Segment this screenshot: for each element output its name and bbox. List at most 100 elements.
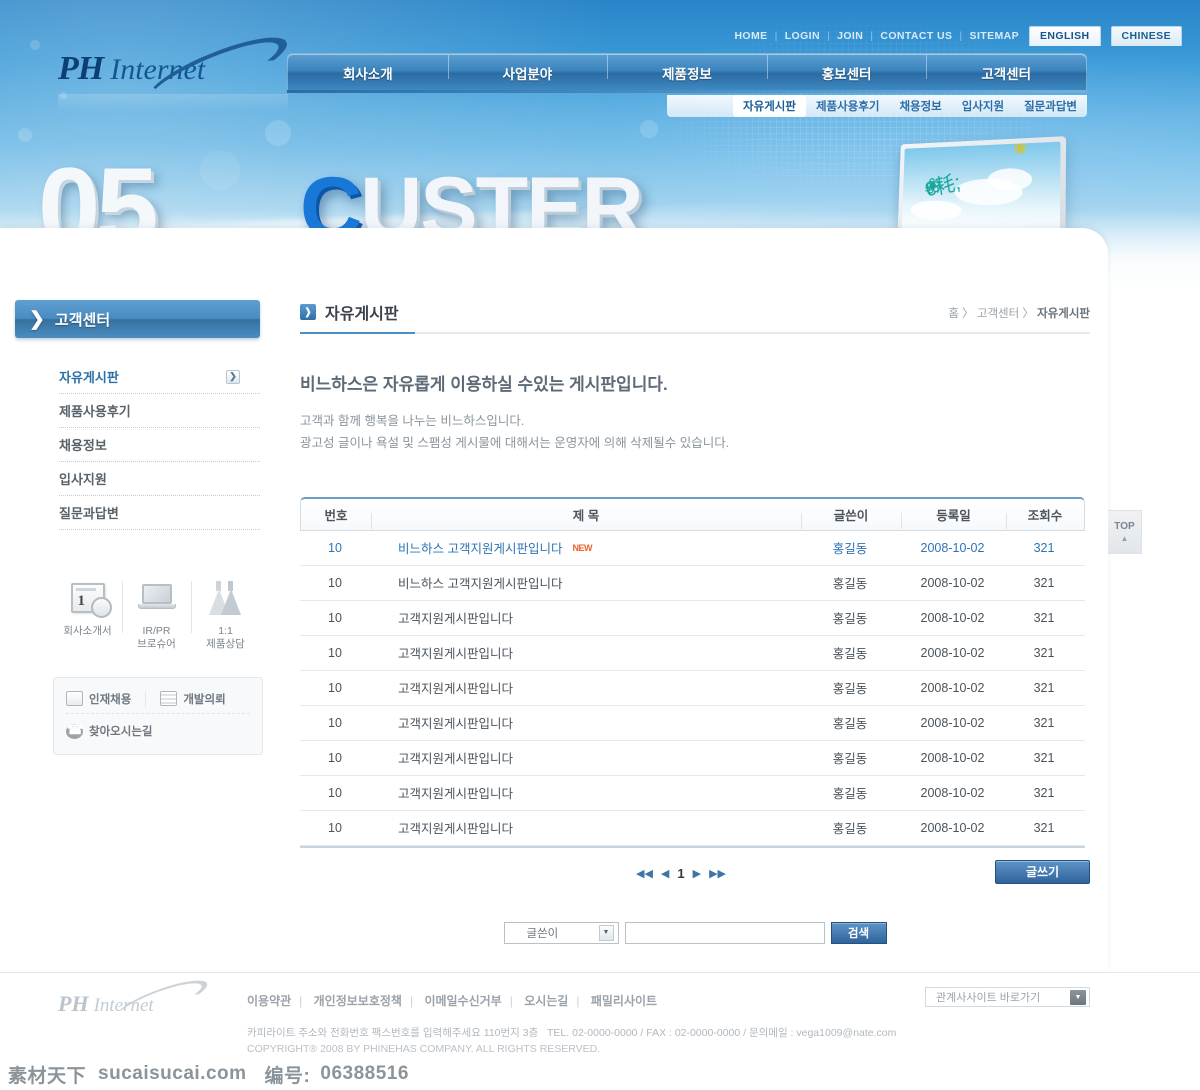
utility-link-home[interactable]: HOME [734, 30, 767, 42]
cell-no: 10 [328, 750, 342, 765]
nav-item-company[interactable]: 회사소개 [288, 63, 448, 83]
breadcrumb-mid[interactable]: 고객센터 [977, 308, 1019, 320]
footer-link-family-site[interactable]: 패밀리사이트 [591, 994, 657, 1008]
utility-link-login[interactable]: LOGIN [785, 30, 820, 42]
sidebar-item-product-reviews[interactable]: 제품사용후기 [59, 394, 260, 428]
subnav-item-job-application[interactable]: 입사지원 [952, 98, 1014, 114]
utility-link-contact-us[interactable]: CONTACT US [880, 30, 952, 42]
cell-title[interactable]: 고객지원게시판입니다 [370, 643, 800, 662]
intro-paragraph: 고객과 함께 행복을 나누는 비느하스입니다. 광고성 글이나 욕설 및 스팸성… [300, 411, 1090, 455]
cell-no: 10 [328, 645, 342, 660]
quick-link-develop[interactable]: 개발의뢰 [145, 690, 226, 707]
table-row[interactable]: 10 고객지원게시판입니다 홍길동 2008-10-02 321 [300, 706, 1085, 741]
footer-link-email-reject[interactable]: 이메일수신거부 [424, 994, 501, 1008]
pagination-last[interactable]: ▶▶ [709, 867, 726, 880]
cell-writer: 홍길동 [832, 787, 868, 802]
arrow-up-icon: ▲ [1120, 534, 1129, 543]
pagination-current-page[interactable]: 1 [677, 866, 684, 881]
quick-link-directions[interactable]: 찾아오시는길 [66, 722, 152, 739]
cell-date: 2008-10-02 [920, 785, 985, 800]
nav-item-products[interactable]: 제품정보 [607, 54, 767, 83]
subnav-item-free-board[interactable]: 자유게시판 [733, 95, 806, 117]
table-row[interactable]: 10 고객지원게시판입니다 홍길동 2008-10-02 321 [300, 811, 1085, 846]
table-row[interactable]: 10 고객지원게시판입니다 홍길동 2008-10-02 321 [300, 671, 1085, 706]
sidebar-menu: 자유게시판 ❯ 제품사용후기 채용정보 입사지원 질문과답변 [15, 360, 260, 530]
subnav-item-product-reviews[interactable]: 제품사용후기 [806, 98, 889, 114]
table-row[interactable]: 10 고객지원게시판입니다 홍길동 2008-10-02 321 [300, 601, 1085, 636]
utility-link-join[interactable]: JOIN [837, 30, 863, 42]
write-post-button[interactable]: 글쓰기 [995, 859, 1090, 884]
cell-title[interactable]: 고객지원게시판입니다 [370, 818, 800, 837]
cell-hits: 321 [1033, 680, 1055, 695]
affiliate-site-select[interactable]: 관계사사이트 바로가기 ▼ [925, 987, 1090, 1007]
sidebar-item-qna[interactable]: 질문과답변 [59, 496, 260, 530]
bokeh-circle [640, 120, 658, 138]
sidebar-item-free-board[interactable]: 자유게시판 ❯ [59, 360, 260, 394]
cell-writer: 홍길동 [832, 577, 868, 592]
search-input[interactable] [624, 921, 825, 944]
cell-title[interactable]: 고객지원게시판입니다 [370, 608, 800, 627]
post-title: 고객지원게시판입니다 [398, 822, 514, 837]
search-field-select[interactable]: 글쓴이 ▼ [503, 921, 619, 944]
utility-link-sitemap[interactable]: SITEMAP [970, 30, 1019, 42]
table-row[interactable]: 10 고객지원게시판입니다 홍길동 2008-10-02 321 [300, 636, 1085, 671]
table-row[interactable]: 10 고객지원게시판입니다 홍길동 2008-10-02 321 [300, 741, 1085, 776]
quick-links-row: 찾아오시는길 [66, 718, 250, 744]
table-row[interactable]: 10 비느하스 고객지원게시판입니다 홍길동 2008-10-02 321 [300, 566, 1085, 601]
cell-date: 2008-10-02 [920, 680, 985, 695]
cell-no: 10 [328, 610, 342, 625]
sidebar-quick-icons: 1 회사소개서 IR/PR 브로슈어 1:1 제품상담 [15, 575, 260, 651]
nav-item-business[interactable]: 사업분야 [447, 54, 608, 83]
quick-icon-product-consult[interactable]: 1:1 제품상담 [191, 575, 260, 651]
sidebar-item-recruitment[interactable]: 채용정보 [59, 428, 260, 462]
quick-link-recruit[interactable]: 인재채용 [66, 691, 131, 707]
site-logo[interactable]: PH Internet [58, 25, 294, 115]
cell-title[interactable]: 고객지원게시판입니다 [370, 713, 800, 732]
cell-title[interactable]: 고객지원게시판입니다 [370, 678, 800, 697]
watermark-domain: sucaisucai.com [98, 1063, 247, 1084]
language-button-chinese[interactable]: CHINESE [1110, 26, 1182, 46]
page-title-text: 자유게시판 [325, 306, 399, 323]
sidebar-item-job-application[interactable]: 입사지원 [59, 462, 260, 496]
sidebar-quick-links-box: 인재채용 개발의뢰 찾아오시는길 [53, 677, 263, 756]
search-button[interactable]: 검색 [830, 921, 887, 944]
chevron-down-icon: ▼ [1070, 989, 1086, 1005]
post-title: 비느하스 고객지원게시판입니다 [398, 542, 563, 557]
cell-date: 2008-10-02 [920, 645, 985, 660]
quick-icon-label-line1: IR/PR [142, 625, 171, 637]
cell-title[interactable]: 고객지원게시판입니다 [370, 748, 800, 767]
cell-title[interactable]: 비느하스 고객지원게시판입니다 NEW [370, 538, 800, 557]
scroll-to-top-button[interactable]: TOP ▲ [1108, 510, 1142, 554]
pagination-next[interactable]: ▶ [693, 867, 701, 880]
footer-link-terms[interactable]: 이용약관 [247, 994, 291, 1008]
footer-link-privacy[interactable]: 개인정보보호정책 [314, 994, 402, 1008]
subnav-item-qna[interactable]: 질문과답변 [1014, 98, 1087, 114]
cell-title[interactable]: 고객지원게시판입니다 [370, 783, 800, 802]
quick-icon-ir-pr[interactable]: IR/PR 브로슈어 [122, 575, 191, 651]
footer-link-directions[interactable]: 오시는길 [524, 994, 568, 1008]
divider: | [870, 30, 874, 42]
column-header-date: 등록일 [901, 505, 1006, 529]
flask-body [220, 589, 241, 615]
cell-no: 10 [328, 680, 342, 695]
table-row[interactable]: 10 고객지원게시판입니다 홍길동 2008-10-02 321 [300, 776, 1085, 811]
nav-item-customer-center[interactable]: 고객센터 [926, 54, 1086, 83]
nav-item-pr-center[interactable]: 홍보센터 [766, 54, 927, 83]
quick-icon-company-brochure[interactable]: 1 회사소개서 [53, 575, 122, 651]
main-navigation: 회사소개 사업분야 제품정보 홍보센터 고객센터 [287, 53, 1087, 91]
language-button-english[interactable]: ENGLISH [1029, 26, 1101, 46]
table-row[interactable]: 10 비느하스 고객지원게시판입니다 NEW 홍길동 2008-10-02 321 [300, 531, 1085, 566]
breadcrumb-home[interactable]: 홈 [948, 308, 959, 320]
pagination-prev[interactable]: ◀ [661, 867, 669, 880]
footer-links: 이용약관 | 개인정보보호정책 | 이메일수신거부 | 오시는길 | 패밀리사이트 [247, 992, 657, 1009]
footer-logo[interactable]: PH Internet [58, 973, 211, 1027]
cell-title[interactable]: 비느하스 고객지원게시판입니다 [370, 573, 800, 592]
pagination: ◀◀ ◀ 1 ▶ ▶▶ [636, 866, 726, 881]
board-table-body: 10 비느하스 고객지원게시판입니다 NEW 홍길동 2008-10-02 321 10 비느… [300, 531, 1085, 846]
column-header-title: 제 목 [371, 505, 801, 529]
chevron-down-icon: ▼ [598, 924, 614, 941]
pagination-first[interactable]: ◀◀ [636, 867, 653, 880]
subnav-item-recruitment[interactable]: 채용정보 [889, 98, 951, 114]
sidebar-item-label: 채용정보 [59, 438, 107, 453]
arrow-right-icon: ❱ [300, 304, 316, 320]
